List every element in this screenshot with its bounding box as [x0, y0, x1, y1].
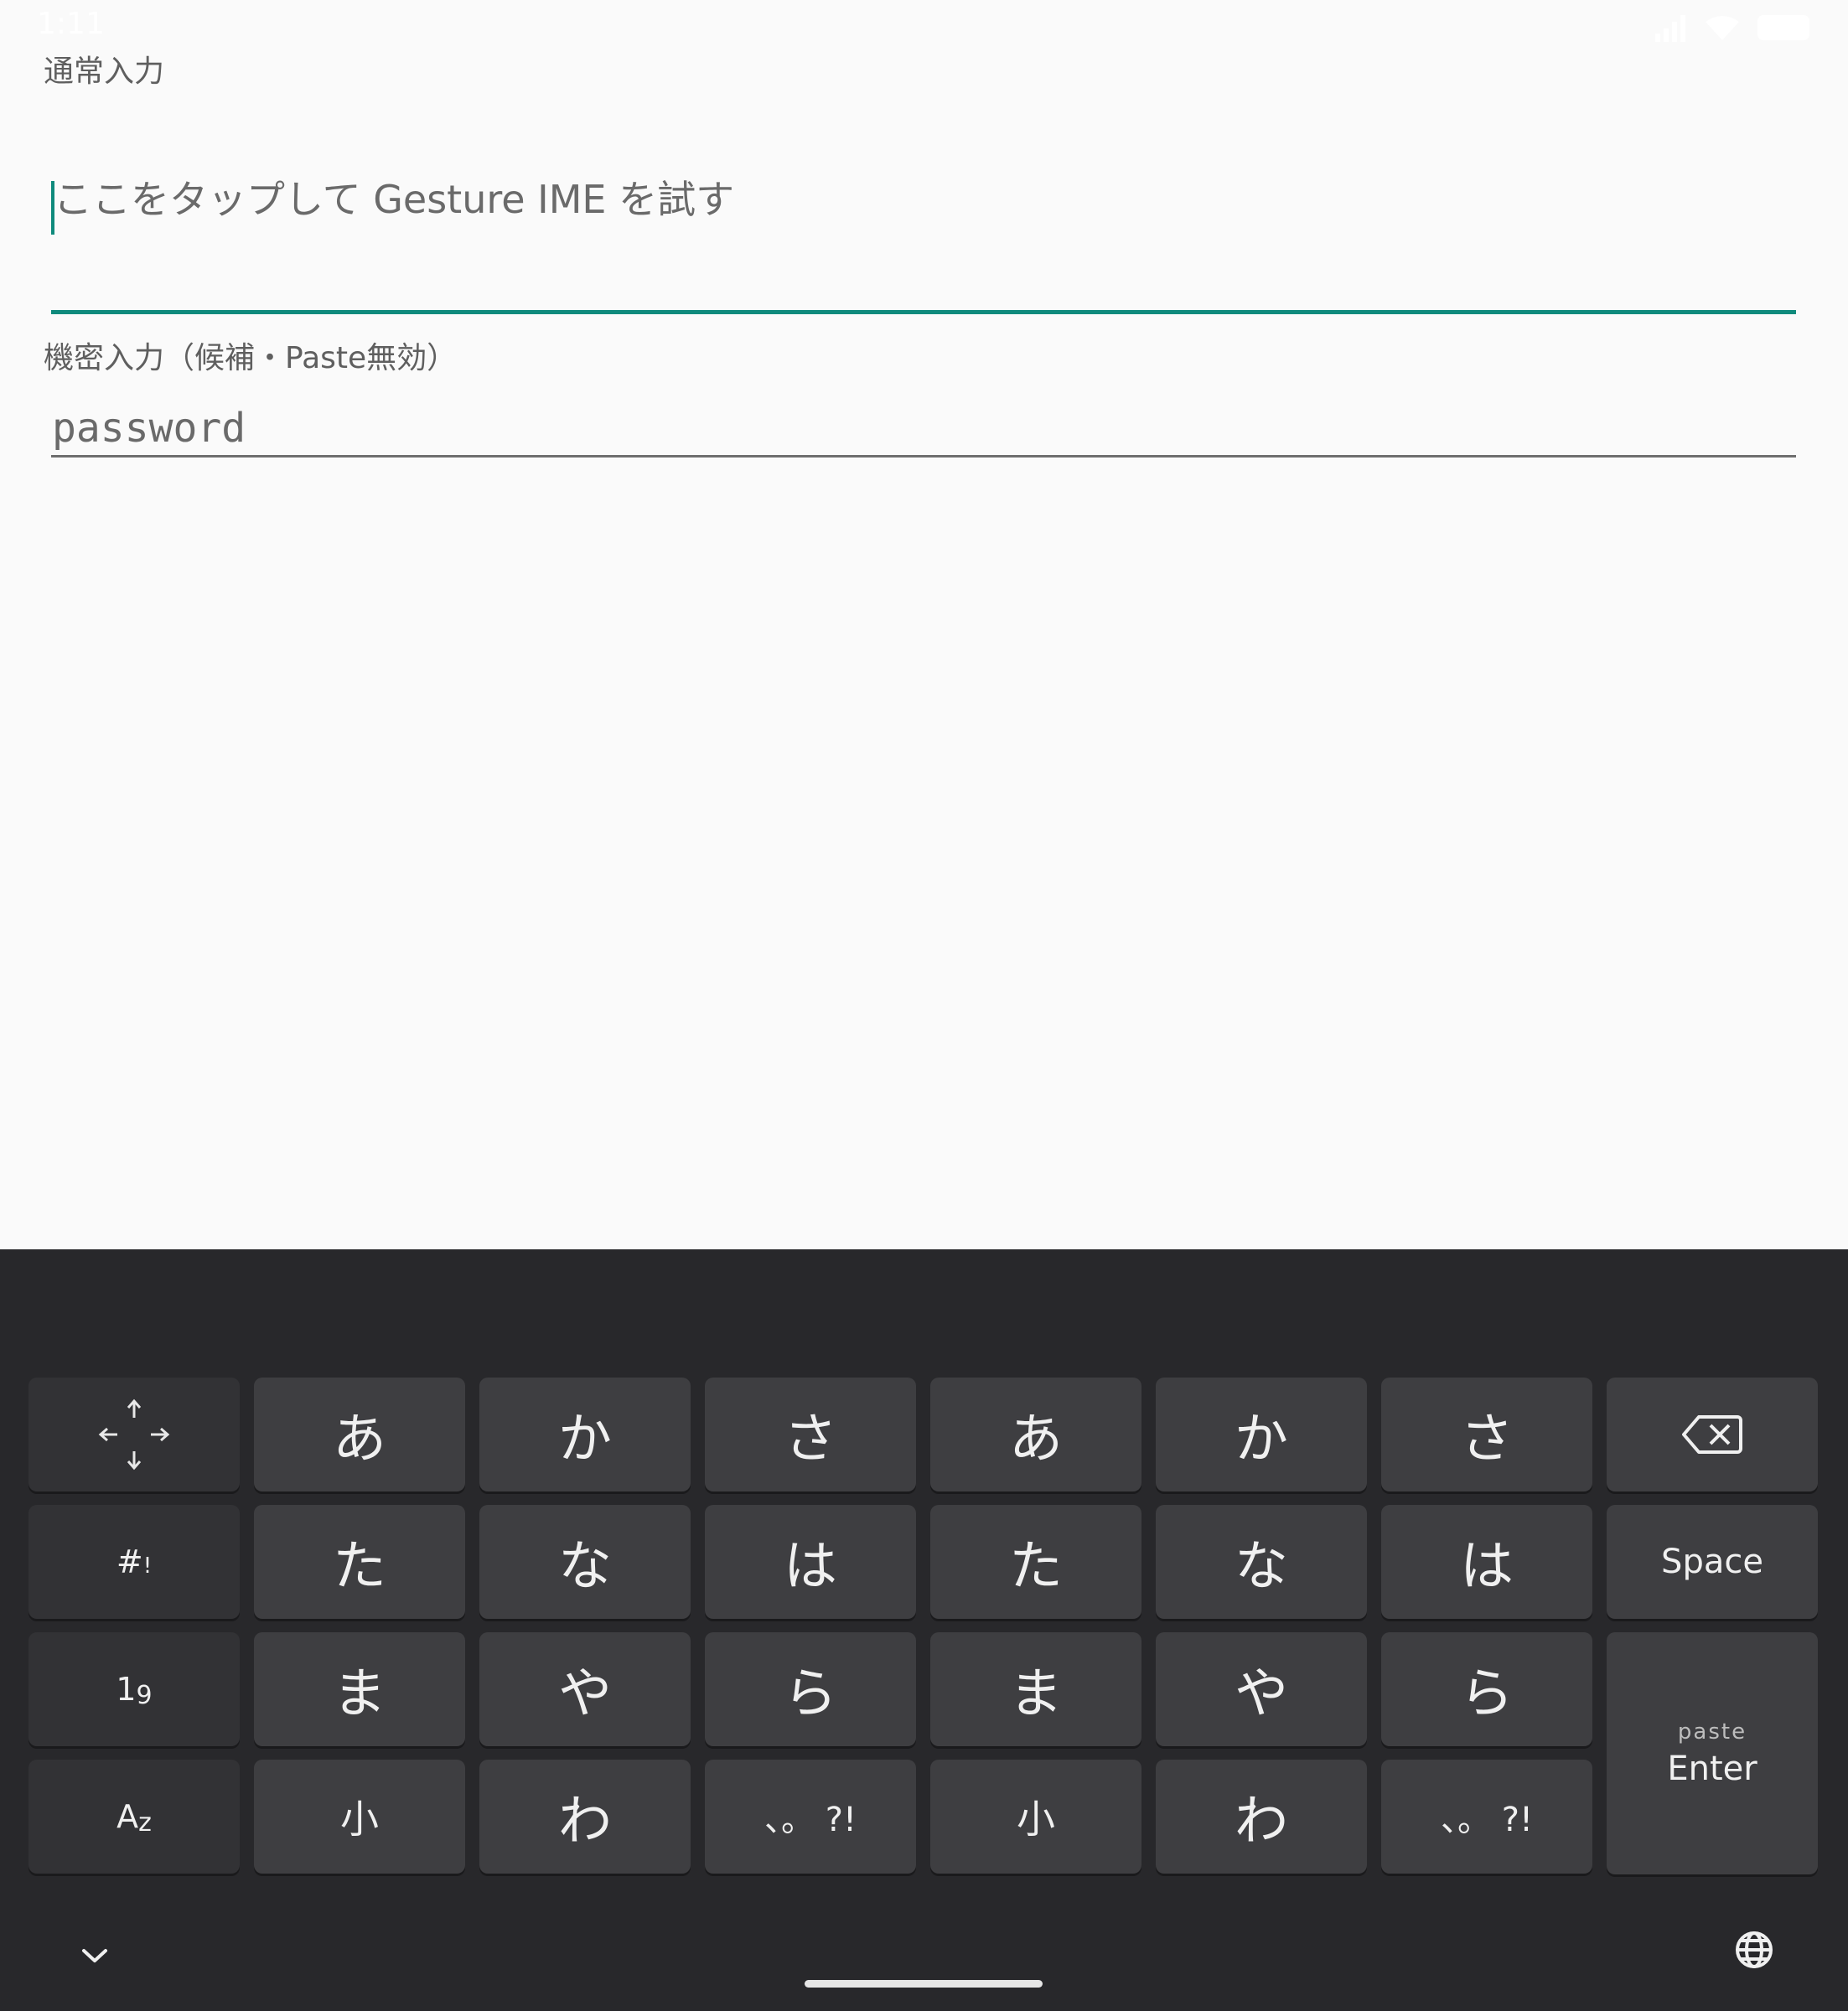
symbols-key-sub: !: [142, 1553, 153, 1579]
cursor-arrows-key[interactable]: [28, 1378, 240, 1491]
numbers-key[interactable]: 19: [28, 1632, 240, 1746]
key-wa-right[interactable]: わ: [1156, 1760, 1367, 1874]
key-ra-right[interactable]: ら: [1381, 1632, 1592, 1746]
key-ha-left[interactable]: は: [705, 1505, 916, 1619]
key-na-left[interactable]: な: [479, 1505, 691, 1619]
gesture-ime-keyboard: あ か さ あ か さ #! た な は た な は Space 19 ま や …: [0, 1249, 1848, 2011]
text-caret: [51, 181, 54, 235]
key-ma-left[interactable]: ま: [254, 1632, 465, 1746]
status-time: 1:11: [37, 7, 105, 41]
normal-input-underline: [51, 310, 1796, 314]
password-underline: [51, 455, 1796, 458]
key-small-left[interactable]: 小: [254, 1760, 465, 1874]
key-ka-right[interactable]: か: [1156, 1378, 1367, 1491]
key-ya-left[interactable]: や: [479, 1632, 691, 1746]
enter-key[interactable]: paste Enter: [1607, 1632, 1818, 1874]
hide-keyboard-chevron-down-icon[interactable]: [80, 1946, 109, 1965]
key-ya-right[interactable]: や: [1156, 1632, 1367, 1746]
wifi-icon: [1706, 16, 1739, 40]
password-field[interactable]: [50, 401, 1798, 456]
key-ha-right[interactable]: は: [1381, 1505, 1592, 1619]
key-wa-left[interactable]: わ: [479, 1760, 691, 1874]
numbers-key-sub: 9: [136, 1681, 153, 1710]
space-key[interactable]: Space: [1607, 1505, 1818, 1619]
key-punctuation-left[interactable]: 、。 ?!: [705, 1760, 916, 1874]
signal-icon: [1655, 15, 1685, 42]
key-na-right[interactable]: な: [1156, 1505, 1367, 1619]
screen: 1:11 通常入力 機密入力（候補・Paste無効）: [0, 0, 1848, 2011]
key-sa-right[interactable]: さ: [1381, 1378, 1592, 1491]
key-a-right[interactable]: あ: [930, 1378, 1141, 1491]
key-ra-left[interactable]: ら: [705, 1632, 916, 1746]
normal-input-label: 通常入力: [44, 54, 165, 89]
home-gesture-bar[interactable]: [805, 1980, 1043, 1988]
normal-input-field[interactable]: [50, 168, 1799, 231]
key-ma-right[interactable]: ま: [930, 1632, 1141, 1746]
alphabet-key[interactable]: Az: [28, 1760, 240, 1874]
key-ka-left[interactable]: か: [479, 1378, 691, 1491]
key-ta-right[interactable]: た: [930, 1505, 1141, 1619]
alphabet-key-sub: z: [138, 1808, 152, 1838]
backspace-icon: [1682, 1415, 1742, 1454]
language-switch-globe-icon[interactable]: [1733, 1929, 1775, 1971]
key-small-right[interactable]: 小: [930, 1760, 1141, 1874]
status-icons: [1655, 10, 1814, 44]
battery-icon: [1757, 15, 1809, 40]
cursor-arrows-icon: [98, 1398, 170, 1471]
enter-key-label: Enter: [1667, 1749, 1757, 1788]
symbols-key-main: #: [116, 1543, 143, 1580]
key-a-left[interactable]: あ: [254, 1378, 465, 1491]
secret-input-label: 機密入力（候補・Paste無効）: [44, 341, 458, 375]
key-punctuation-right[interactable]: 、。 ?!: [1381, 1760, 1592, 1874]
backspace-key[interactable]: [1607, 1378, 1818, 1491]
alphabet-key-main: A: [116, 1798, 139, 1835]
key-ta-left[interactable]: た: [254, 1505, 465, 1619]
symbols-key[interactable]: #!: [28, 1505, 240, 1619]
key-sa-left[interactable]: さ: [705, 1378, 916, 1491]
numbers-key-main: 1: [116, 1671, 137, 1708]
enter-key-paste-hint: paste: [1677, 1719, 1747, 1745]
